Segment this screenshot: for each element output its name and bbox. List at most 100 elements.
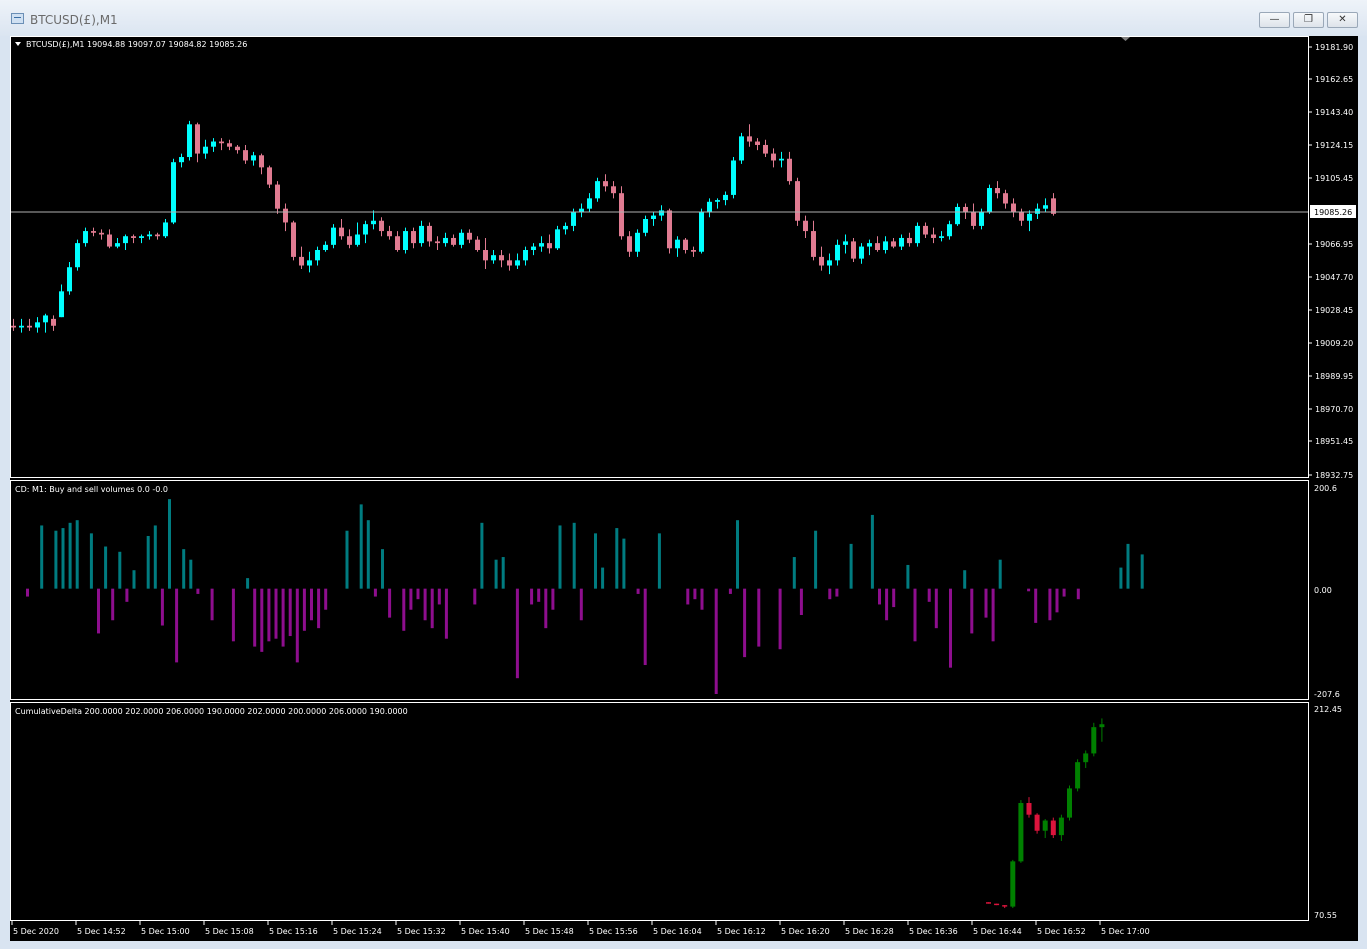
time-tick-label: 5 Dec 16:04 (653, 927, 702, 936)
price-candle-body (1011, 203, 1016, 213)
price-candle-body (435, 241, 440, 244)
cum-candle-body (1018, 803, 1024, 862)
volume-bar (622, 538, 626, 589)
price-candle-body (931, 234, 936, 238)
volume-bar (381, 549, 384, 589)
volume-bar (97, 588, 100, 634)
chart-shift-marker-icon[interactable] (1121, 37, 1130, 41)
price-candle-body (163, 222, 168, 237)
price-candle-body (819, 256, 824, 266)
volume-bar (480, 522, 484, 589)
price-candle-body (11, 325, 16, 328)
time-tick-label: 5 Dec 15:40 (461, 927, 510, 936)
volume-bar (281, 588, 285, 647)
price-candle-body (323, 244, 328, 251)
cum-panel-label: CumulativeDelta 200.0000 202.0000 206.00… (15, 707, 408, 716)
time-tick-label: 5 Dec 16:28 (845, 927, 894, 936)
price-candle-body (51, 318, 56, 326)
price-candle-body (947, 224, 952, 237)
volume-bar (878, 588, 881, 605)
price-candle-body (683, 239, 688, 251)
time-tick-label: 5 Dec 15:16 (269, 927, 318, 936)
volume-bar (132, 570, 136, 589)
price-candle-body (899, 237, 904, 247)
volume-bar (89, 533, 93, 589)
volume-bar (111, 588, 115, 621)
price-candle-body (1003, 193, 1008, 204)
price-candle-body (35, 322, 40, 328)
price-candle-body (731, 160, 736, 195)
main-panel-frame (10, 36, 1309, 478)
chart-svg[interactable]: 19181.90 19162.65 19143.40 19124.15 19105.45… (10, 36, 1358, 941)
price-candle-body (123, 236, 128, 244)
close-button[interactable]: ✕ (1327, 12, 1358, 28)
price-candle-body (91, 231, 96, 233)
volume-bar (728, 588, 732, 594)
volume-bar (814, 530, 818, 589)
volume-bar (714, 588, 718, 694)
volume-bar (1076, 588, 1080, 600)
volume-bar (615, 528, 619, 589)
cum-scale-label: 212.45 (1314, 705, 1342, 714)
volume-bar (892, 588, 896, 608)
volume-bar (274, 588, 278, 639)
volume-bar (686, 588, 690, 605)
price-candle-body (467, 232, 472, 240)
price-candle-body (155, 234, 160, 237)
volume-bar (295, 588, 299, 663)
price-candle-body (843, 241, 848, 245)
volume-bar (267, 588, 271, 642)
volume-bar (913, 588, 917, 642)
volume-bar (537, 588, 541, 602)
price-candle-body (339, 227, 344, 237)
cum-candle-body (1050, 820, 1056, 836)
price-candle-body (379, 220, 384, 232)
volume-bar (636, 588, 640, 594)
price-candle-body (531, 246, 536, 251)
price-candle-body (707, 201, 712, 213)
cd-histogram (26, 499, 1144, 694)
volume-bar (792, 557, 796, 589)
volume-bar (970, 588, 974, 634)
volume-bar (828, 588, 832, 600)
price-candle-body (659, 210, 664, 216)
price-candle-body (179, 157, 184, 163)
volume-bar (579, 588, 583, 621)
time-tick-label: 5 Dec 16:12 (717, 927, 766, 936)
volume-bar (551, 588, 555, 610)
volume-bar (984, 588, 988, 618)
price-tick-label: 19143.40 (1315, 108, 1353, 117)
restore-button[interactable]: ❐ (1293, 12, 1324, 28)
chart-area[interactable]: 19181.90 19162.65 19143.40 19124.15 19105.45… (10, 36, 1358, 941)
price-candle-body (1035, 208, 1040, 214)
price-candle-body (251, 155, 256, 161)
price-candle-body (715, 200, 720, 202)
volume-bar (906, 564, 910, 589)
price-candle-body (483, 250, 488, 261)
price-candle-body (699, 212, 704, 252)
volume-bar (423, 588, 427, 621)
time-tick-label: 5 Dec 2020 (13, 927, 59, 936)
volume-bar (54, 530, 58, 589)
time-tick-label: 5 Dec 15:24 (333, 927, 382, 936)
price-candle-body (115, 243, 120, 247)
volume-bar (388, 588, 392, 618)
price-candle-body (971, 212, 976, 226)
price-candle-body (307, 260, 312, 266)
volume-bar (757, 588, 761, 647)
volume-bar (743, 588, 747, 658)
volume-bar (324, 588, 328, 610)
minimize-icon: — (1269, 14, 1280, 25)
dropdown-triangle-icon[interactable] (15, 42, 21, 46)
volume-bar (146, 535, 150, 589)
volume-bar (409, 588, 413, 610)
price-candle-body (995, 188, 1000, 194)
price-candle-body (267, 167, 272, 185)
volume-bar (934, 588, 938, 629)
price-candle-body (75, 243, 80, 268)
cum-candle-body (1058, 817, 1064, 836)
volume-bar (494, 559, 498, 589)
axes: 19181.90 19162.65 19143.40 19124.15 19105.45… (11, 43, 1353, 936)
minimize-button[interactable]: — (1259, 12, 1290, 28)
price-candle-body (67, 267, 72, 292)
